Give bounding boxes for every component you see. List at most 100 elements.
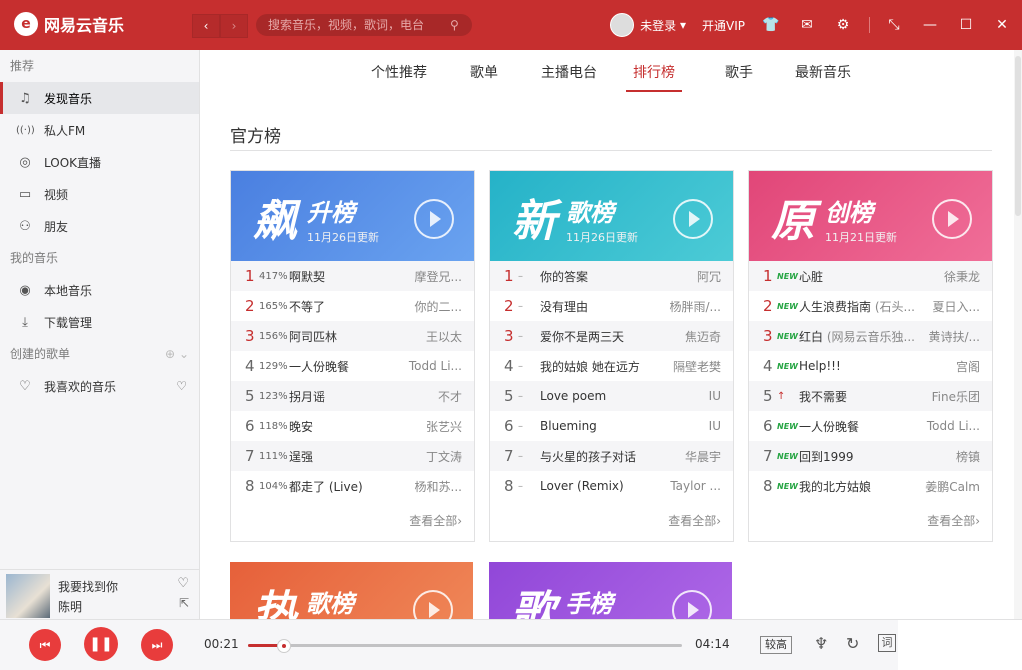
song-title[interactable]: 我不需要 — [799, 388, 922, 405]
table-row[interactable]: 2 NEW 人生浪费指南 (石头... 夏日入... — [749, 291, 992, 321]
song-title[interactable]: 你的答案 — [540, 268, 663, 285]
song-title[interactable]: 心脏 — [799, 268, 922, 285]
song-artist[interactable]: 阿冗 — [663, 268, 721, 285]
song-artist[interactable]: 徐秉龙 — [922, 268, 980, 285]
table-row[interactable]: 7 111% 逞强 丁文涛 — [231, 441, 474, 471]
table-row[interactable]: 4 NEW Help!!! 宫阁 — [749, 351, 992, 381]
scroll-thumb[interactable] — [1015, 56, 1021, 216]
pause-button[interactable]: ❚❚ — [84, 627, 118, 661]
now-playing-mini[interactable]: 我要找到你 陈明 ♡ ⇱ — [0, 569, 199, 620]
tab-playlists[interactable]: 歌单 — [470, 62, 498, 90]
login-link[interactable]: 未登录 ▾ — [640, 17, 686, 34]
song-artist[interactable]: 华晨宇 — [663, 448, 721, 465]
song-artist[interactable]: Taylor ... — [663, 479, 721, 493]
sidebar-item-local[interactable]: ◉ 本地音乐 — [0, 274, 199, 306]
view-all-link[interactable]: 查看全部› — [749, 501, 992, 541]
song-title[interactable]: 一人份晚餐 — [799, 418, 922, 435]
sidebar-item-fm[interactable]: ((·)) 私人FM — [0, 114, 199, 146]
song-title[interactable]: 没有理由 — [540, 298, 663, 315]
song-artist[interactable]: 隔壁老樊 — [663, 358, 721, 375]
song-artist[interactable]: 杨和苏... — [404, 478, 462, 495]
avatar[interactable] — [610, 13, 635, 37]
table-row[interactable]: 8 – Lover (Remix) Taylor ... — [490, 471, 733, 501]
table-row[interactable]: 5 123% 拐月谣 不才 — [231, 381, 474, 411]
now-playing-title[interactable]: 我要找到你 — [58, 578, 118, 595]
table-row[interactable]: 4 – 我的姑娘 她在远方 隔壁老樊 — [490, 351, 733, 381]
close-icon[interactable]: ✕ — [992, 17, 1012, 33]
song-artist[interactable]: 夏日入... — [922, 298, 980, 315]
sidebar-item-discover[interactable]: ♫ 发现音乐 — [0, 82, 199, 114]
table-row[interactable]: 2 – 没有理由 杨胖雨/... — [490, 291, 733, 321]
song-title[interactable]: 都走了 (Live) — [289, 478, 404, 495]
song-title[interactable]: 我的姑娘 她在远方 — [540, 358, 663, 375]
song-artist[interactable]: Todd Li... — [922, 419, 980, 433]
table-row[interactable]: 1 NEW 心脏 徐秉龙 — [749, 261, 992, 291]
play-icon[interactable] — [672, 590, 712, 620]
chart-header[interactable]: 飙 升榜 11月26日更新 — [231, 171, 474, 261]
tab-new-music[interactable]: 最新音乐 — [795, 62, 851, 90]
album-cover[interactable] — [6, 574, 50, 618]
table-row[interactable]: 2 165% 不等了 你的二... — [231, 291, 474, 321]
loop-icon[interactable]: ↻ — [846, 634, 859, 653]
settings-icon[interactable]: ⚙ — [833, 17, 853, 33]
song-title[interactable]: 啊默契 — [289, 268, 404, 285]
tab-artists[interactable]: 歌手 — [725, 62, 753, 90]
table-row[interactable]: 7 NEW 回到1999 榜镇 — [749, 441, 992, 471]
song-artist[interactable]: IU — [663, 389, 721, 403]
song-artist[interactable]: 不才 — [404, 388, 462, 405]
next-button[interactable]: ⏭ — [141, 629, 173, 661]
song-artist[interactable]: 王以太 — [404, 328, 462, 345]
table-row[interactable]: 5 ↑ 我不需要 Fine乐团 — [749, 381, 992, 411]
song-artist[interactable]: 黄诗扶/... — [922, 328, 981, 345]
sidebar-item-downloads[interactable]: ⤓ 下载管理 — [0, 306, 199, 338]
song-title[interactable]: Lover (Remix) — [540, 479, 663, 493]
share-icon[interactable]: ⇱ — [179, 596, 189, 610]
play-icon[interactable] — [413, 590, 453, 620]
chart-header[interactable]: 原 创榜 11月21日更新 — [749, 171, 992, 261]
chart-card[interactable]: 歌 手榜 — [489, 562, 732, 620]
song-title[interactable]: 红白 (网易云音乐独... — [799, 328, 922, 345]
sidebar-item-video[interactable]: ▭ 视频 — [0, 178, 199, 210]
song-title[interactable]: Love poem — [540, 389, 663, 403]
table-row[interactable]: 6 118% 晚安 张艺兴 — [231, 411, 474, 441]
table-row[interactable]: 5 – Love poem IU — [490, 381, 733, 411]
sidebar-item-liked[interactable]: ♡ 我喜欢的音乐 ♡ — [0, 370, 199, 402]
song-artist[interactable]: 张艺兴 — [404, 418, 462, 435]
sidebar-item-look[interactable]: ◎ LOOK直播 — [0, 146, 199, 178]
song-artist[interactable]: 摩登兄... — [404, 268, 462, 285]
app-logo[interactable]: e 网易云音乐 — [14, 12, 124, 36]
add-playlist-icon[interactable]: ⊕ — [165, 347, 175, 361]
progress-bar[interactable] — [248, 639, 682, 653]
tab-radio[interactable]: 主播电台 — [541, 62, 597, 90]
chart-header[interactable]: 新 歌榜 11月26日更新 — [490, 171, 733, 261]
view-all-link[interactable]: 查看全部› — [490, 501, 733, 541]
table-row[interactable]: 6 – Blueming IU — [490, 411, 733, 441]
song-title[interactable]: 晚安 — [289, 418, 404, 435]
search-box[interactable]: ⚲ — [256, 14, 472, 36]
now-playing-artist[interactable]: 陈明 — [58, 598, 82, 615]
vip-link[interactable]: 开通VIP — [702, 17, 745, 34]
minimize-icon[interactable]: — — [920, 17, 940, 33]
song-title[interactable]: 不等了 — [289, 298, 404, 315]
view-all-link[interactable]: 查看全部› — [231, 501, 474, 541]
tab-personal[interactable]: 个性推荐 — [371, 62, 427, 90]
mail-icon[interactable]: ✉ — [797, 17, 817, 33]
table-row[interactable]: 8 NEW 我的北方姑娘 姜鹏Calm — [749, 471, 992, 501]
table-row[interactable]: 3 156% 阿司匹林 王以太 — [231, 321, 474, 351]
table-row[interactable]: 3 – 爱你不是两三天 焦迈奇 — [490, 321, 733, 351]
song-title[interactable]: 与火星的孩子对话 — [540, 448, 663, 465]
heartbeat-mode-icon[interactable]: ♡ — [176, 379, 187, 393]
song-title[interactable]: 逞强 — [289, 448, 404, 465]
song-title[interactable]: 一人份晚餐 — [289, 358, 404, 375]
song-artist[interactable]: 宫阁 — [922, 358, 980, 375]
song-title[interactable]: 我的北方姑娘 — [799, 478, 922, 495]
play-icon[interactable] — [673, 199, 713, 239]
play-icon[interactable] — [932, 199, 972, 239]
chart-header[interactable]: 歌 手榜 — [489, 562, 732, 620]
song-artist[interactable]: 丁文涛 — [404, 448, 462, 465]
search-icon[interactable]: ⚲ — [450, 18, 459, 32]
table-row[interactable]: 1 417% 啊默契 摩登兄... — [231, 261, 474, 291]
song-artist[interactable]: Fine乐团 — [922, 388, 980, 405]
song-artist[interactable]: 姜鹏Calm — [922, 478, 980, 495]
table-row[interactable]: 3 NEW 红白 (网易云音乐独... 黄诗扶/... — [749, 321, 992, 351]
